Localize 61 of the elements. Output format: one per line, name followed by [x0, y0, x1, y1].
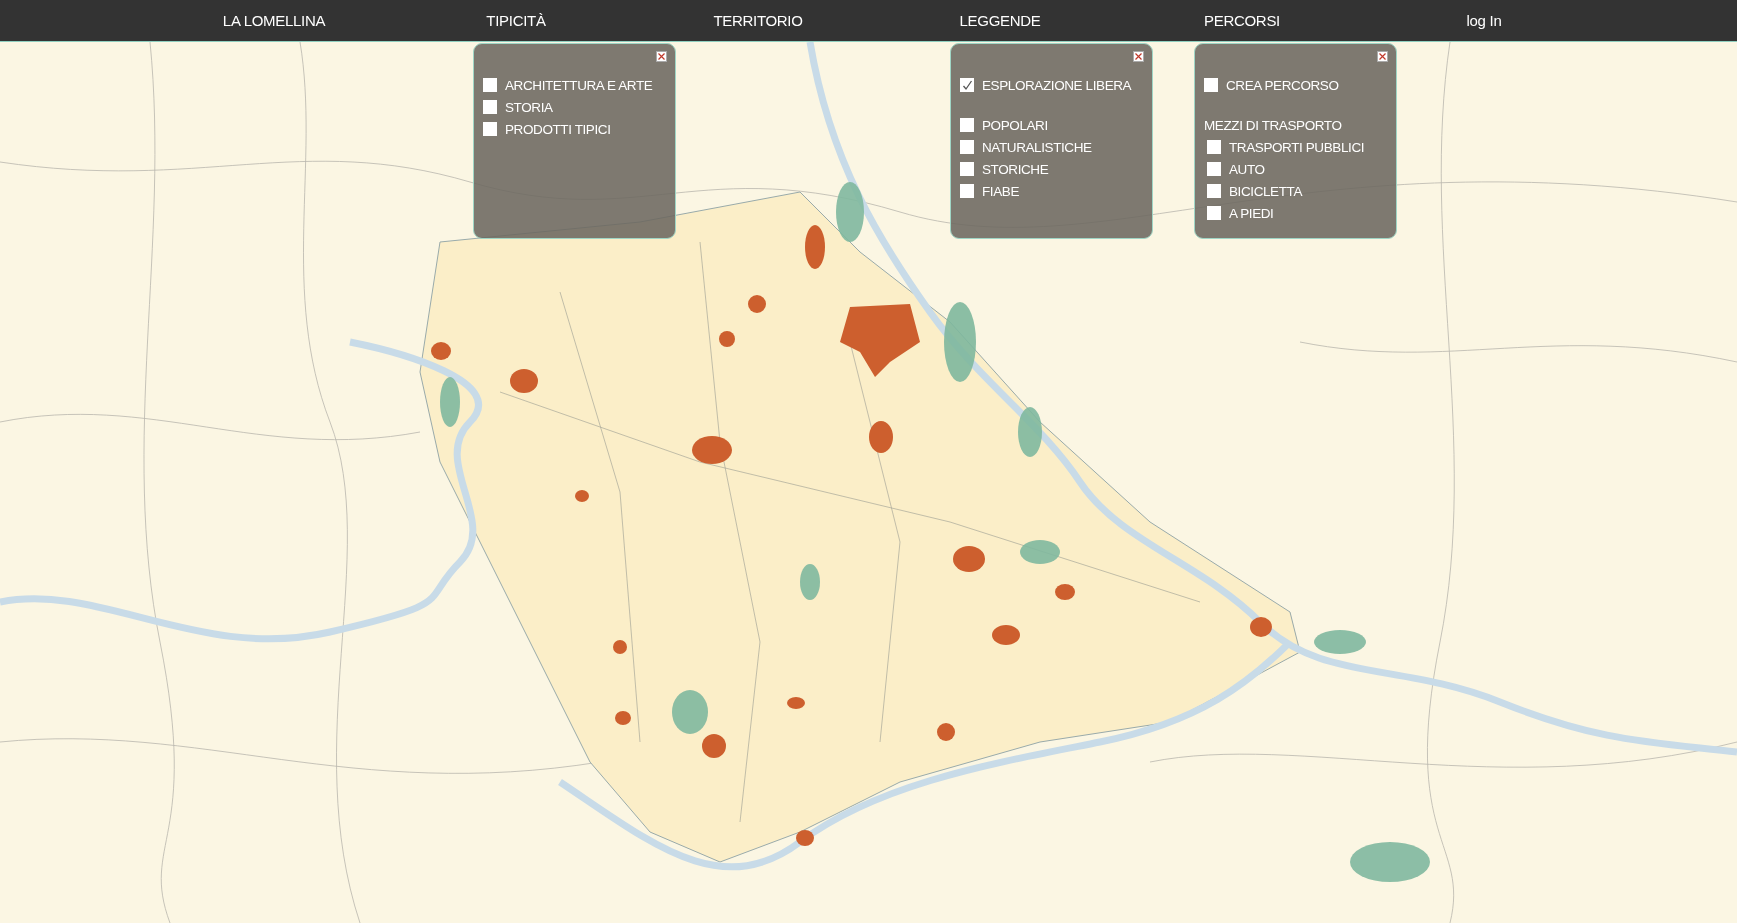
nav-link[interactable]: TIPICITÀ	[486, 12, 546, 29]
checkbox[interactable]	[1204, 78, 1218, 92]
woodland-patch	[800, 564, 820, 600]
checkbox-label[interactable]: ARCHITETTURA E ARTE	[505, 77, 653, 93]
town-area	[702, 734, 726, 758]
town-area	[575, 490, 589, 502]
town-area	[615, 711, 631, 725]
section-heading: MEZZI DI TRASPORTO	[1204, 117, 1342, 133]
town-area	[869, 421, 893, 453]
town-area	[510, 369, 538, 393]
checkbox-label[interactable]: STORIA	[505, 99, 553, 115]
checkbox[interactable]	[960, 118, 974, 132]
town-area	[953, 546, 985, 572]
nav-link[interactable]: log In	[1466, 12, 1502, 29]
close-icon[interactable]	[656, 51, 667, 62]
checkbox[interactable]	[960, 162, 974, 176]
town-area	[805, 225, 825, 269]
checkbox-label[interactable]: POPOLARI	[982, 117, 1048, 133]
town-area	[719, 331, 735, 347]
town-area	[787, 697, 805, 709]
woodland-patch	[1314, 630, 1366, 654]
checkbox-label[interactable]: TRASPORTI PUBBLICI	[1229, 139, 1365, 155]
close-icon[interactable]	[1133, 51, 1144, 62]
close-icon[interactable]	[1377, 51, 1388, 62]
checkbox[interactable]	[960, 78, 974, 92]
town-area	[431, 342, 451, 360]
checkbox[interactable]	[1207, 140, 1221, 154]
checkbox-label[interactable]: BICICLETTA	[1229, 183, 1302, 199]
town-area	[937, 723, 955, 741]
checkbox[interactable]	[1207, 184, 1221, 198]
town-area	[992, 625, 1020, 645]
town-area	[748, 295, 766, 313]
town-area	[692, 436, 732, 464]
checkbox[interactable]	[960, 184, 974, 198]
town-area	[1055, 584, 1075, 600]
checkbox[interactable]	[960, 140, 974, 154]
checkbox[interactable]	[483, 122, 497, 136]
woodland-patch	[1020, 540, 1060, 564]
checkbox-label[interactable]: ESPLORAZIONE LIBERA	[982, 77, 1132, 93]
checkbox-label[interactable]: AUTO	[1229, 161, 1265, 177]
town-area	[613, 640, 627, 654]
checkbox-label[interactable]: FIABE	[982, 183, 1019, 199]
nav-link[interactable]: LEGGENDE	[959, 12, 1041, 29]
town-area	[796, 830, 814, 846]
checkbox-label[interactable]: NATURALISTICHE	[982, 139, 1092, 155]
nav-link[interactable]: TERRITORIO	[713, 12, 803, 29]
checkbox[interactable]	[1207, 162, 1221, 176]
checkbox-label[interactable]: STORICHE	[982, 161, 1049, 177]
checkbox[interactable]	[483, 100, 497, 114]
nav-link[interactable]: LA LOMELLINA	[222, 12, 326, 29]
woodland-patch	[1018, 407, 1042, 457]
woodland-patch	[672, 690, 708, 734]
woodland-patch	[836, 182, 864, 242]
checkbox-label[interactable]: PRODOTTI TIPICI	[505, 121, 611, 137]
town-area	[1250, 617, 1272, 637]
checkbox[interactable]	[483, 78, 497, 92]
checkbox[interactable]	[1207, 206, 1221, 220]
woodland-patch	[440, 377, 460, 427]
nav-link[interactable]: PERCORSI	[1204, 12, 1280, 29]
checkbox-label[interactable]: CREA PERCORSO	[1226, 77, 1339, 93]
checkbox-label[interactable]: A PIEDI	[1229, 205, 1274, 221]
